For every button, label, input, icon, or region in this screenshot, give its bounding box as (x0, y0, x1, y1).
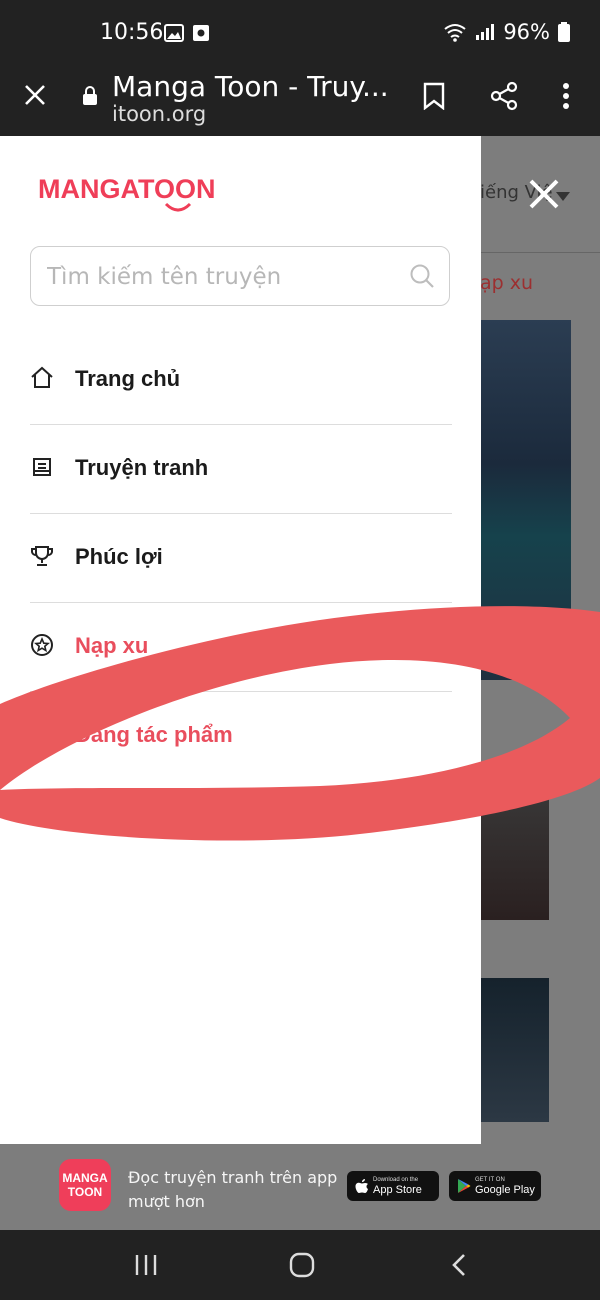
recent-apps-icon (135, 1255, 157, 1275)
side-drawer: MANGATOON Trang chủ Truyện tranh Phúc lợ… (0, 136, 481, 1144)
menu-item-publish[interactable]: Đăng tác phẩm (30, 692, 452, 780)
battery-icon (558, 22, 570, 42)
battery-percent: 96% (503, 20, 550, 44)
menu-item-topup[interactable]: Nạp xu (30, 603, 452, 691)
app-logo-line2: TOON (67, 1185, 103, 1199)
more-vert-icon (563, 83, 569, 109)
app-store-button[interactable]: Download on the App Store (347, 1171, 439, 1201)
recent-apps-button[interactable] (130, 1252, 162, 1278)
media-icon (193, 25, 209, 41)
close-icon (25, 85, 45, 105)
googleplay-small-text: GET IT ON (475, 1176, 505, 1183)
trophy-icon (30, 544, 54, 568)
mangatoon-logo[interactable]: MANGATOON (38, 174, 216, 205)
gallery-icon (164, 24, 184, 42)
page-title[interactable]: Manga Toon - Truy... (112, 70, 389, 103)
menu-item-rewards[interactable]: Phúc lợi (30, 514, 452, 602)
bookmark-button[interactable] (420, 80, 448, 112)
system-navigation-bar (0, 1230, 600, 1300)
search-input[interactable] (45, 257, 409, 297)
share-icon (490, 81, 518, 111)
search-icon[interactable] (409, 263, 435, 289)
google-play-button[interactable]: GET IT ON Google Play (449, 1171, 541, 1201)
status-right: 96% (443, 20, 570, 44)
page-topup-link[interactable]: ạp xu (480, 272, 533, 294)
comic-thumbnail[interactable] (481, 978, 549, 1122)
appstore-big-text: App Store (373, 1183, 422, 1196)
menu-item-label: Phúc lợi (75, 544, 163, 569)
menu-item-comics[interactable]: Truyện tranh (30, 425, 452, 513)
apple-icon (355, 1179, 368, 1193)
banner-text: Đọc truyện tranh trên app mượt hơn (128, 1168, 338, 1211)
bookmark-icon (423, 82, 445, 110)
browser-toolbar: Manga Toon - Truy... itoon.org (0, 56, 600, 136)
star-coin-icon (30, 633, 54, 657)
upload-icon (30, 722, 54, 746)
comic-thumbnail[interactable] (481, 320, 571, 680)
logo-text: MANGATOON (38, 174, 216, 204)
lock-icon (83, 86, 97, 105)
comic-thumbnail[interactable] (481, 776, 549, 920)
menu-item-label: Truyện tranh (75, 455, 209, 480)
status-time: 10:56 (100, 20, 164, 45)
appstore-small-text: Download on the (373, 1176, 419, 1183)
page-close-button[interactable] (526, 176, 562, 212)
back-icon (452, 1254, 465, 1276)
menu-item-label: Đăng tác phẩm (75, 722, 233, 747)
secure-lock[interactable] (80, 84, 100, 108)
home-icon (30, 366, 54, 390)
close-tab-button[interactable] (20, 80, 50, 110)
menu-item-home[interactable]: Trang chủ (30, 336, 452, 424)
menu-item-label: Trang chủ (75, 366, 181, 391)
app-download-banner: MANGA TOON Đọc truyện tranh trên app mượ… (0, 1144, 600, 1230)
page-domain[interactable]: itoon.org (112, 102, 206, 126)
wifi-icon (444, 24, 466, 42)
close-icon (529, 179, 559, 209)
home-button[interactable] (286, 1250, 318, 1280)
status-notification-icons (164, 24, 210, 42)
share-button[interactable] (488, 80, 520, 112)
back-button[interactable] (444, 1250, 474, 1280)
menu-item-label: Nạp xu (75, 633, 149, 658)
book-icon (30, 455, 54, 479)
more-options-button[interactable] (556, 80, 576, 112)
app-logo-line1: MANGA (62, 1171, 108, 1185)
google-play-icon (458, 1179, 471, 1193)
logo-smile-icon (164, 202, 192, 212)
app-logo[interactable]: MANGA TOON (59, 1159, 111, 1211)
signal-icon (476, 24, 495, 40)
googleplay-big-text: Google Play (475, 1183, 535, 1196)
home-circle-icon (289, 1252, 315, 1278)
search-box[interactable] (30, 246, 450, 306)
page-divider (480, 252, 600, 253)
